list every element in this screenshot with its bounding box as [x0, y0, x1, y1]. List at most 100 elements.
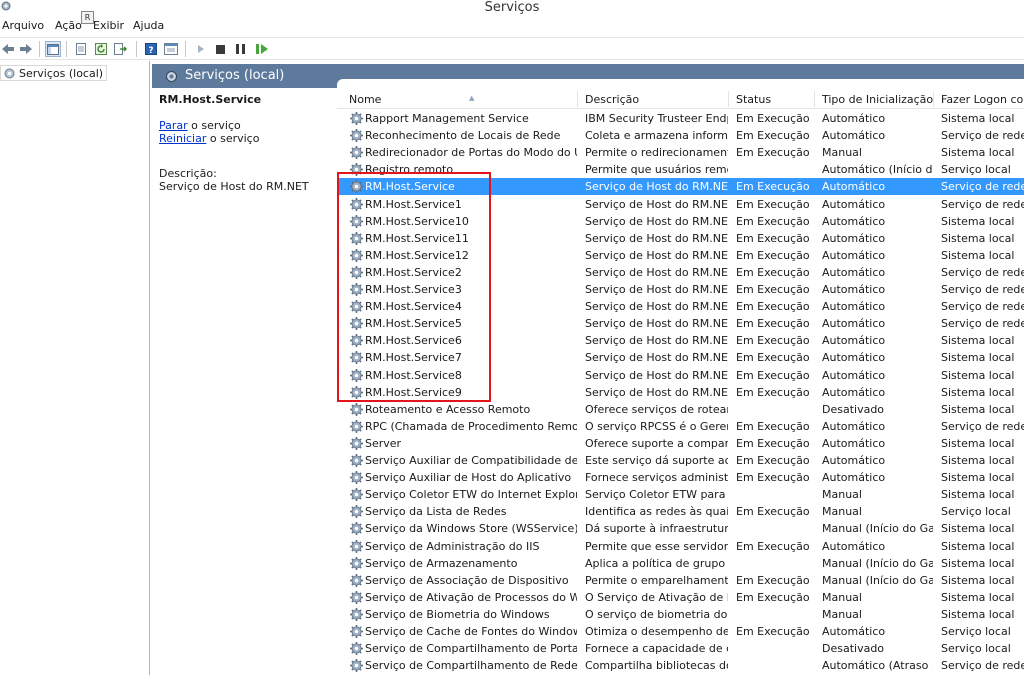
- column-separator[interactable]: [728, 91, 729, 107]
- console-tree-icon[interactable]: [45, 41, 61, 57]
- gear-icon: [349, 197, 364, 212]
- service-name-cell: Serviço de Ativação de Processos do Wind…: [365, 591, 577, 604]
- view-icon[interactable]: [163, 41, 179, 57]
- service-status-cell: Em Execução: [736, 574, 810, 587]
- access-key-tooltip: R: [81, 11, 94, 24]
- service-row[interactable]: Serviço de Compartilhamento de Rede do .…: [337, 657, 1024, 674]
- service-row[interactable]: RM.Host.Service10 Serviço de Host do RM.N…: [337, 213, 1024, 230]
- service-name-cell: Serviço Coletor ETW do Internet Explorer: [365, 488, 577, 501]
- export-list-icon[interactable]: [113, 41, 129, 57]
- service-row[interactable]: Roteamento e Acesso Remoto Oferece serviç…: [337, 401, 1024, 418]
- service-row[interactable]: RM.Host.Service5 Serviço de Host do RM.NE…: [337, 315, 1024, 332]
- gear-icon: [349, 402, 364, 417]
- column-header-startup-type[interactable]: Tipo de Inicialização: [822, 93, 933, 106]
- service-name-cell: RM.Host.Service7: [365, 351, 462, 364]
- service-description-cell: Serviço Coletor ETW para o ...: [585, 488, 728, 501]
- stop-service-link[interactable]: Parar: [159, 119, 188, 132]
- service-log-on-as-cell: Serviço de rede: [941, 198, 1024, 211]
- gear-icon: [4, 68, 15, 78]
- service-description-cell: Oferece serviços de roteam...: [585, 403, 728, 416]
- menu-exibir[interactable]: Exibir: [93, 19, 124, 33]
- column-header-log-on-as[interactable]: Fazer Logon como: [941, 93, 1024, 106]
- service-row[interactable]: Serviço de Ativação de Processos do Wind…: [337, 589, 1024, 606]
- service-row[interactable]: Serviço de Associação de Dispositivo Perm…: [337, 572, 1024, 589]
- gear-icon: [349, 128, 364, 143]
- service-row[interactable]: Serviço de Administração do IIS Permite q…: [337, 538, 1024, 555]
- back-arrow-icon[interactable]: [0, 41, 16, 57]
- service-startup-type-cell: Manual (Início do Ga...: [822, 522, 933, 535]
- properties-icon[interactable]: [73, 41, 89, 57]
- service-log-on-as-cell: Serviço local: [941, 642, 1011, 655]
- service-startup-type-cell: Automático: [822, 112, 886, 125]
- service-description-cell: Permite que esse servidor a...: [585, 540, 728, 553]
- service-row[interactable]: RPC (Chamada de Procedimento Remoto) O se…: [337, 418, 1024, 435]
- menu-arquivo[interactable]: Arquivo: [2, 19, 44, 33]
- service-row[interactable]: RM.Host.Service9 Serviço de Host do RM.NE…: [337, 384, 1024, 401]
- help-icon[interactable]: ?: [143, 41, 159, 57]
- service-name-cell: RM.Host.Service9: [365, 386, 462, 399]
- pause-icon[interactable]: [232, 41, 248, 57]
- service-startup-type-cell: Automático: [822, 180, 886, 193]
- service-description-cell: Serviço de Host do RM.NET: [585, 317, 728, 330]
- services-list: ▲ Nome Descrição Status Tipo de Inicializ…: [337, 79, 1024, 675]
- column-header-name[interactable]: ▲ Nome: [349, 93, 574, 106]
- stop-icon[interactable]: [212, 41, 228, 57]
- service-startup-type-cell: Automático (Atraso ...: [822, 659, 933, 672]
- service-row[interactable]: RM.Host.Service8 Serviço de Host do RM.NE…: [337, 367, 1024, 384]
- service-row[interactable]: RM.Host.Service2 Serviço de Host do RM.NE…: [337, 264, 1024, 281]
- service-name-cell: Serviço Auxiliar de Host do Aplicativo: [365, 471, 572, 484]
- service-row[interactable]: RM.Host.Service12 Serviço de Host do RM.N…: [337, 247, 1024, 264]
- service-row[interactable]: Rapport Management Service IBM Security T…: [337, 110, 1024, 127]
- service-status-cell: Em Execução: [736, 471, 810, 484]
- service-row[interactable]: Server Oferece suporte a comparti... Em Ex…: [337, 435, 1024, 452]
- service-row[interactable]: Serviço de Armazenamento Aplica a polític…: [337, 555, 1024, 572]
- service-row[interactable]: Serviço Auxiliar de Host do Aplicativo Fo…: [337, 469, 1024, 486]
- service-row[interactable]: RM.Host.Service4 Serviço de Host do RM.NE…: [337, 298, 1024, 315]
- service-name-cell: RM.Host.Service11: [365, 232, 469, 245]
- service-row[interactable]: RM.Host.Service7 Serviço de Host do RM.NE…: [337, 349, 1024, 366]
- tree-node-services-local[interactable]: Serviços (local): [0, 65, 108, 81]
- service-row[interactable]: Serviço da Windows Store (WSService) Dá s…: [337, 520, 1024, 537]
- service-startup-type-cell: Desativado: [822, 642, 885, 655]
- column-header-description[interactable]: Descrição: [585, 93, 725, 106]
- service-status-cell: Em Execução: [736, 505, 810, 518]
- gear-icon: [349, 179, 364, 194]
- service-description-cell: Serviço de Host do RM.NET: [585, 386, 728, 399]
- service-row[interactable]: Serviço Auxiliar de Compatibilidade de P…: [337, 452, 1024, 469]
- column-header-status[interactable]: Status: [736, 93, 814, 106]
- service-row[interactable]: Serviço de Biometria do Windows O serviço…: [337, 606, 1024, 623]
- menu-ajuda[interactable]: Ajuda: [133, 19, 164, 33]
- service-status-cell: Em Execução: [736, 283, 810, 296]
- service-name-cell: Serviço de Armazenamento: [365, 557, 518, 570]
- service-row[interactable]: Serviço da Lista de Redes Identifica as r…: [337, 503, 1024, 520]
- service-row[interactable]: Serviço de Cache de Fontes do Windows Oti…: [337, 623, 1024, 640]
- service-row[interactable]: Serviço Coletor ETW do Internet Explorer…: [337, 486, 1024, 503]
- service-row[interactable]: RM.Host.Service6 Serviço de Host do RM.NE…: [337, 332, 1024, 349]
- service-row[interactable]: Registro remoto Permite que usuários remo…: [337, 161, 1024, 178]
- service-name-cell: RM.Host.Service: [365, 180, 455, 193]
- column-separator[interactable]: [933, 91, 934, 107]
- play-icon[interactable]: [193, 41, 209, 57]
- restart-service-link[interactable]: Reiniciar: [159, 132, 206, 145]
- services-pane: Serviços (local) RM.Host.Service Parar o…: [152, 61, 1024, 675]
- service-startup-type-cell: Manual (Início do Ga...: [822, 557, 933, 570]
- service-description-cell: O serviço RPCSS é o Gerenc...: [585, 420, 728, 433]
- service-row[interactable]: Serviço de Compartilhamento de Porta Net…: [337, 640, 1024, 657]
- refresh-icon[interactable]: [93, 41, 109, 57]
- service-row[interactable]: RM.Host.Service3 Serviço de Host do RM.NE…: [337, 281, 1024, 298]
- gear-icon: [349, 299, 364, 314]
- menu-acao[interactable]: Ação: [55, 19, 82, 33]
- service-description-cell: Serviço de Host do RM.NET: [585, 232, 728, 245]
- column-separator[interactable]: [814, 91, 815, 107]
- resume-icon[interactable]: [254, 41, 270, 57]
- service-row[interactable]: RM.Host.Service Serviço de Host do RM.NET…: [337, 178, 1024, 195]
- service-row[interactable]: Redirecionador de Portas do Modo do Usu.…: [337, 144, 1024, 161]
- service-row[interactable]: Reconhecimento de Locais de Rede Coleta e…: [337, 127, 1024, 144]
- forward-arrow-icon[interactable]: [18, 41, 34, 57]
- description-text: Serviço de Host do RM.NET: [159, 180, 309, 193]
- gear-icon: [349, 368, 364, 383]
- service-row[interactable]: RM.Host.Service1 Serviço de Host do RM.NE…: [337, 196, 1024, 213]
- service-status-cell: Em Execução: [736, 334, 810, 347]
- column-separator[interactable]: [577, 91, 578, 107]
- service-row[interactable]: RM.Host.Service11 Serviço de Host do RM.N…: [337, 230, 1024, 247]
